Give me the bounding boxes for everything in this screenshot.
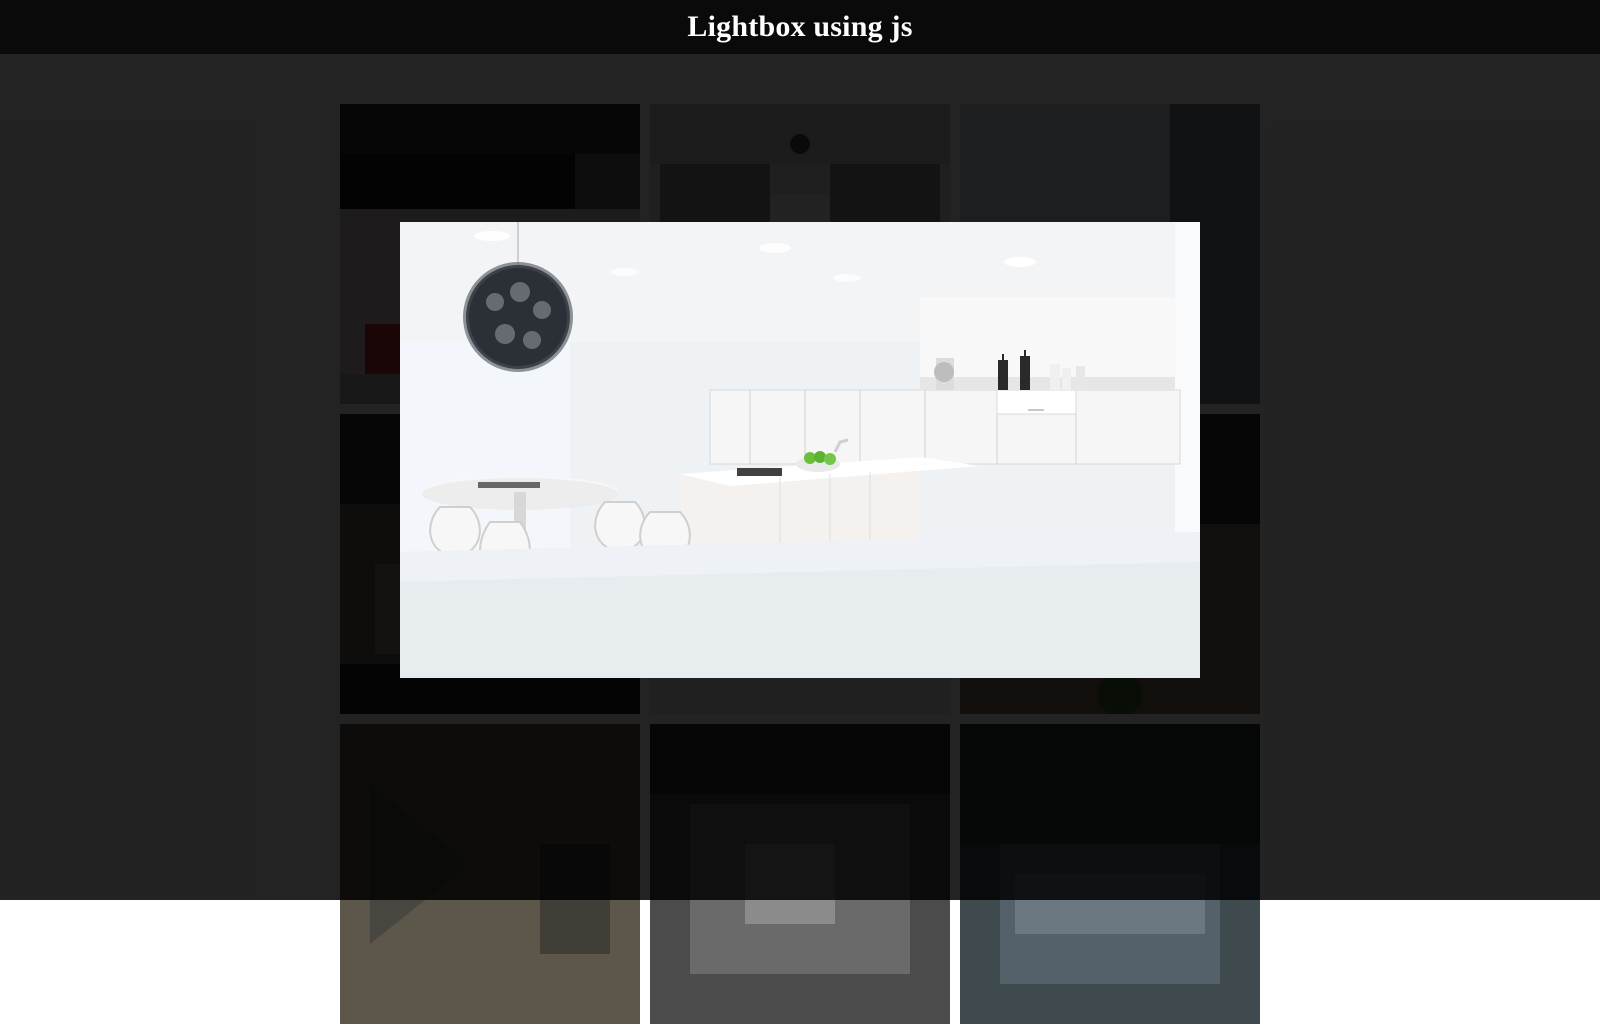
kitchen-scene-image: [400, 222, 1200, 678]
lightbox-image[interactable]: [400, 222, 1200, 678]
page-title: Lightbox using js: [687, 10, 913, 43]
page-header: Lightbox using js: [0, 0, 1600, 54]
